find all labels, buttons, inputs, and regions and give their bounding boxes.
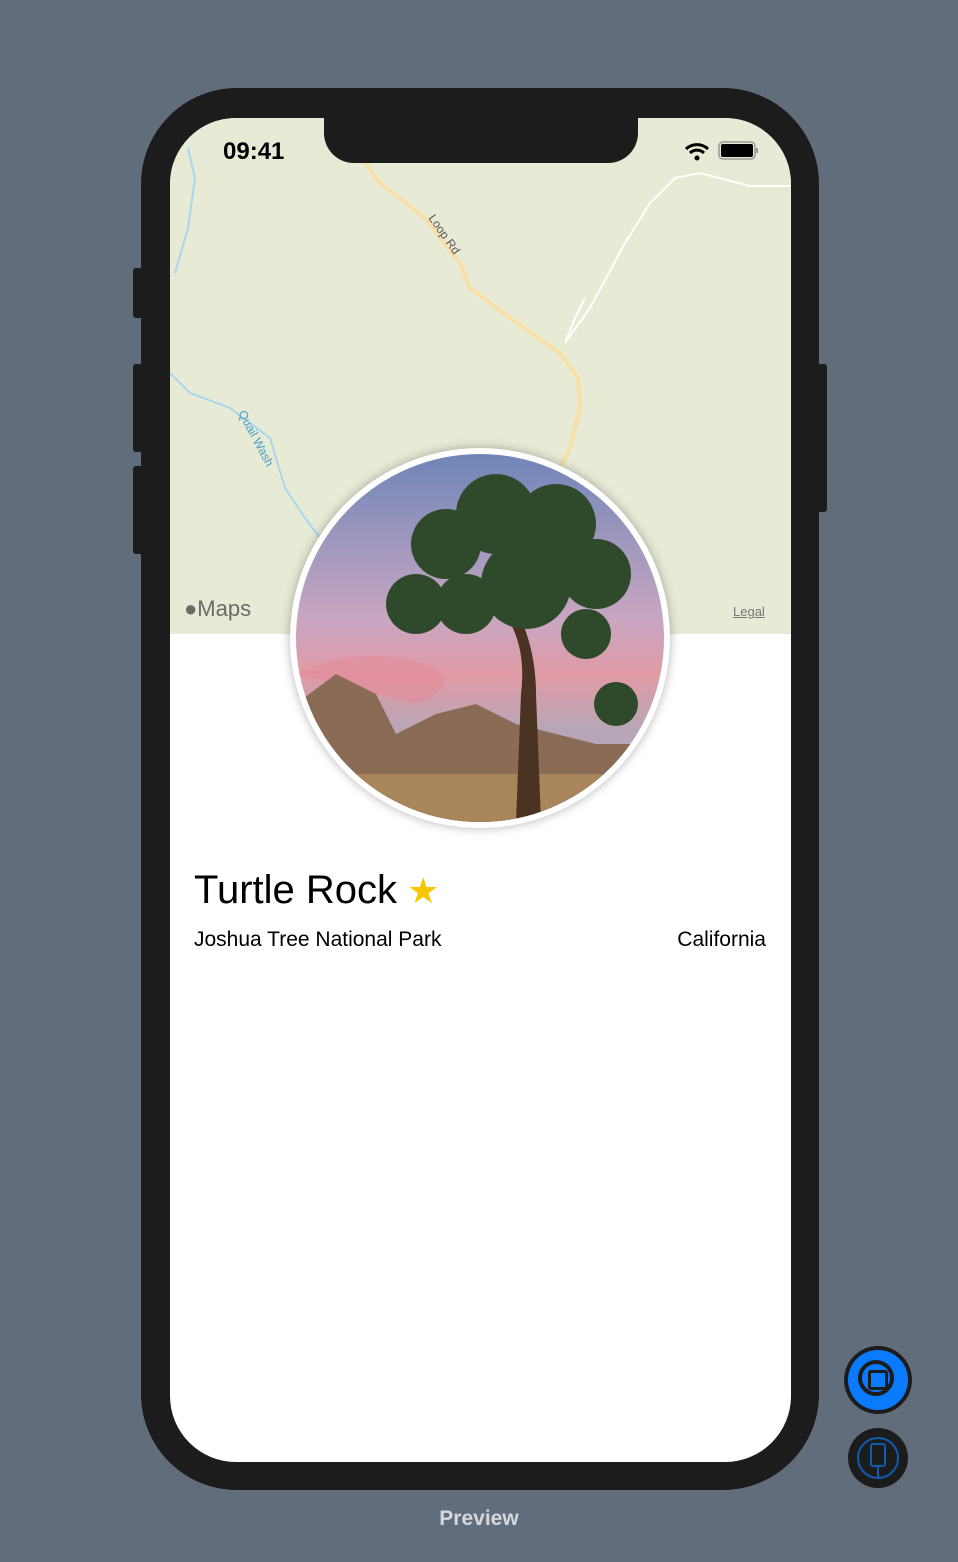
device-screen: Loop Rd Quail Wash ●Maps Legal 09:41 Tur… [170,118,791,1462]
landmark-photo [290,448,670,828]
joshua-tree-image [296,454,664,822]
battery-icon [718,141,758,160]
landmark-title: Turtle Rock ★ [194,868,439,913]
maps-attribution: Maps [197,596,252,621]
device-preview-button[interactable] [848,1428,908,1488]
device-icon [870,1443,886,1467]
live-preview-button[interactable] [844,1346,912,1414]
preview-label: Preview [439,1507,519,1530]
notch [324,118,638,163]
landmark-name: Turtle Rock [194,868,398,912]
wifi-icon [684,143,710,161]
legal-link[interactable]: Legal [733,604,765,619]
state-name: California [677,928,766,951]
favorite-star-icon[interactable]: ★ [407,870,439,911]
apple-icon: ● [184,596,198,621]
road-label: Loop Rd [426,212,463,257]
apple-maps-logo: ●Maps [184,596,251,622]
status-time: 09:41 [223,138,285,165]
stop-icon [868,1370,888,1390]
park-name: Joshua Tree National Park [194,928,442,951]
